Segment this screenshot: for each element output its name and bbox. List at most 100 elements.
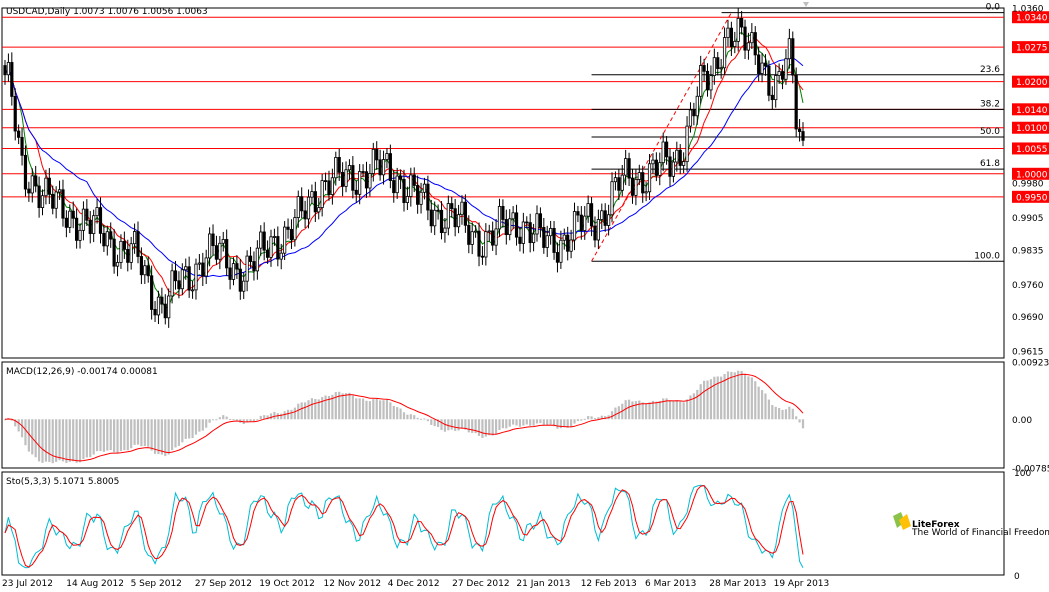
macd-bar — [310, 398, 314, 420]
macd-bar — [379, 400, 382, 420]
candle-body — [603, 210, 607, 226]
macd-bar — [194, 419, 198, 435]
macd-bar — [48, 419, 51, 462]
candle-body — [6, 62, 11, 76]
macd-bar — [99, 419, 102, 452]
x-tick-label-11: 28 Mar 2013 — [709, 579, 766, 589]
candle-body — [757, 54, 761, 74]
x-tick-label-1: 14 Aug 2012 — [66, 579, 124, 589]
candle-body — [10, 62, 14, 97]
candle-body — [136, 231, 140, 257]
candle-body — [221, 239, 225, 244]
candle-body — [705, 70, 710, 91]
candle-body — [419, 191, 423, 205]
macd-bar — [580, 419, 583, 421]
macd-bar — [55, 419, 58, 462]
candle-body — [228, 267, 232, 280]
candle-body — [146, 265, 150, 277]
candle-body — [259, 231, 263, 249]
price-tick-label-12: 0.9615 — [1012, 348, 1044, 358]
macd-bar — [113, 419, 116, 453]
macd-bar — [297, 403, 300, 420]
candle-body — [64, 217, 68, 228]
macd-bar — [228, 418, 232, 420]
macd-bar — [522, 419, 525, 426]
macd-bar — [208, 419, 211, 423]
macd-bar — [334, 392, 337, 420]
candle-body — [422, 183, 427, 193]
candle-body — [607, 214, 611, 226]
candle-body — [453, 208, 457, 228]
candle-body — [555, 252, 560, 263]
macd-bar — [85, 419, 88, 458]
candle-body — [583, 215, 587, 231]
candle-body — [518, 236, 522, 244]
candle-body — [75, 217, 79, 241]
macd-bar — [293, 407, 296, 420]
fib-label-3: 50.0 — [980, 127, 1000, 137]
candle-body — [150, 275, 154, 310]
price-tick-label-9: 0.9835 — [1012, 246, 1044, 256]
candle-body — [361, 171, 365, 173]
macd-bar — [498, 419, 501, 430]
macd-bar — [375, 398, 378, 420]
x-tick-label-10: 6 Mar 2013 — [645, 579, 696, 589]
candle-body — [204, 257, 208, 277]
macd-bar — [341, 393, 344, 420]
candle-body — [647, 163, 652, 193]
macd-bar — [355, 398, 358, 420]
candle-body — [190, 289, 195, 292]
candle-body — [85, 208, 89, 221]
macd-bar — [20, 419, 24, 438]
candle-body — [132, 231, 137, 245]
candle-body — [760, 62, 764, 74]
macd-bar — [512, 419, 515, 425]
macd-bar — [508, 419, 511, 427]
candle-body — [354, 189, 358, 195]
macd-bar — [136, 419, 140, 445]
macd-bar — [157, 419, 160, 455]
macd-bar — [211, 419, 215, 421]
macd-bar — [218, 417, 221, 420]
macd-bar — [638, 400, 641, 420]
candle-body — [337, 157, 341, 173]
x-tick-label-6: 4 Dec 2012 — [388, 579, 440, 589]
candle-body — [579, 214, 583, 231]
macd-bar — [563, 419, 566, 428]
macd-bar — [518, 419, 522, 427]
macd-bar — [791, 408, 794, 420]
candle-body — [545, 235, 549, 248]
macd-bar — [685, 399, 689, 420]
macd-bar — [290, 409, 293, 420]
candle-body — [439, 209, 444, 234]
candle-body — [675, 149, 679, 163]
x-tick-label-7: 27 Dec 2012 — [452, 579, 510, 589]
candle-body — [409, 174, 413, 197]
macd-bar — [259, 415, 262, 420]
macd-bar — [481, 419, 484, 438]
macd-bar — [160, 419, 163, 455]
x-tick-label-0: 23 Jul 2012 — [2, 579, 53, 589]
macd-bar — [467, 419, 470, 433]
candle-body — [736, 18, 740, 42]
macd-bar — [743, 374, 747, 420]
macd-bar — [181, 419, 184, 443]
candle-body — [569, 239, 573, 252]
macd-bar — [314, 399, 317, 420]
candle-body — [139, 256, 144, 276]
macd-bar — [147, 419, 150, 447]
macd-bar — [675, 400, 678, 420]
macd-bar — [757, 386, 760, 420]
candle-body — [504, 219, 508, 236]
candle-body — [743, 26, 747, 51]
candle-body — [549, 227, 553, 237]
macd-bar — [539, 419, 542, 424]
candle-body — [34, 175, 38, 187]
macd-bar — [515, 419, 518, 426]
candle-body — [702, 65, 706, 72]
candle-body — [283, 226, 287, 254]
macd-bar — [191, 419, 194, 439]
macd-bar — [372, 399, 375, 420]
macd-bar — [106, 419, 109, 451]
macd-bar — [774, 406, 777, 420]
